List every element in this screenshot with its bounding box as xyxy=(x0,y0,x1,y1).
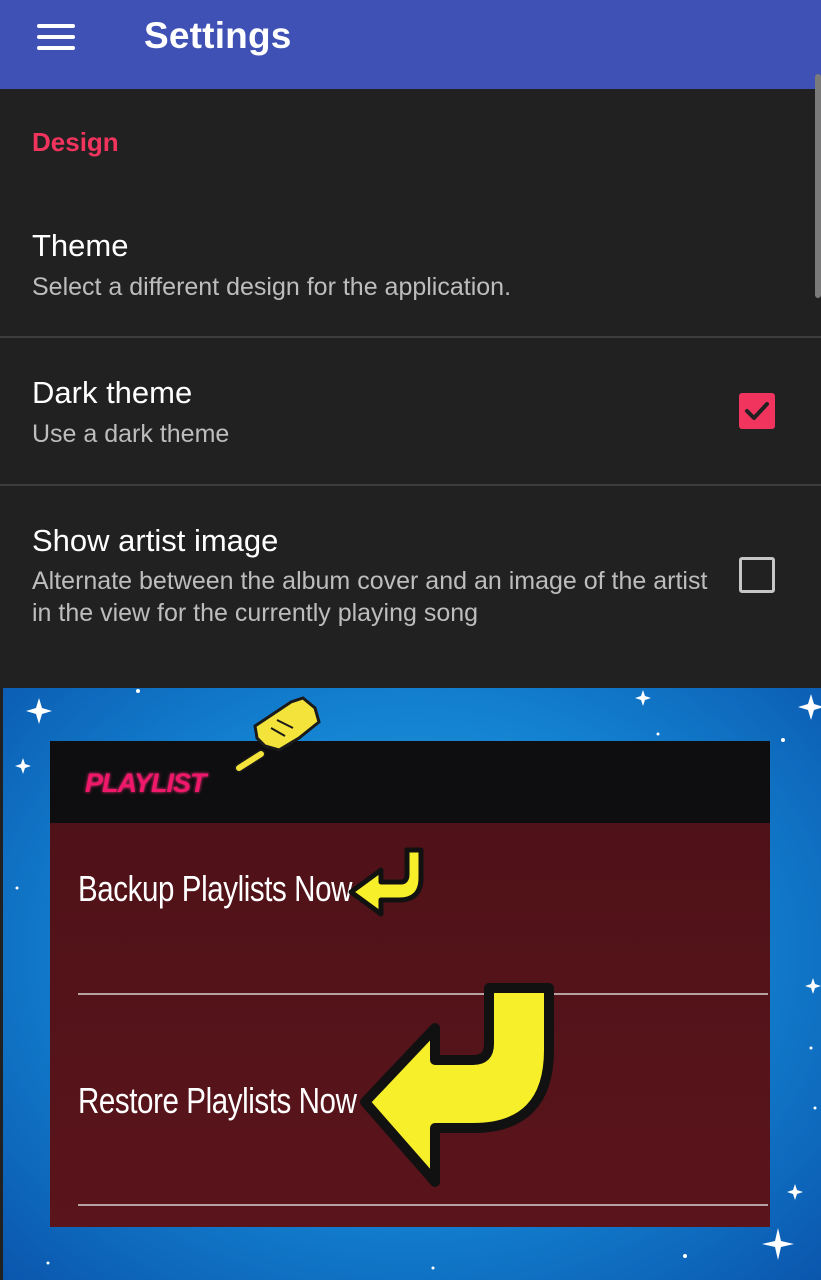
ad-playlist-label: PLAYLIST xyxy=(85,768,207,798)
preference-summary: Alternate between the album cover and an… xyxy=(32,567,708,627)
app-bar: Settings xyxy=(0,0,821,89)
preference-title: Theme xyxy=(32,228,129,263)
hamburger-menu-icon[interactable] xyxy=(26,14,86,60)
ad-backup-label: Backup Playlists Now xyxy=(78,868,352,909)
preference-summary: Select a different design for the applic… xyxy=(32,273,512,301)
ad-divider xyxy=(78,993,768,995)
page-title: Settings xyxy=(144,15,292,56)
preference-show-artist-image[interactable]: Show artist image Alternate between the … xyxy=(0,486,821,686)
preference-dark-theme[interactable]: Dark theme Use a dark theme xyxy=(0,338,821,484)
show-artist-image-checkbox[interactable] xyxy=(739,557,775,593)
ad-restore-label: Restore Playlists Now xyxy=(78,1080,357,1121)
section-header-design: Design xyxy=(32,127,119,157)
preference-title: Dark theme xyxy=(32,375,193,410)
preference-theme[interactable]: Theme Select a different design for the … xyxy=(0,200,821,337)
settings-screen: Settings Design Theme Select a different… xyxy=(0,0,821,1280)
preference-title: Show artist image xyxy=(32,523,279,558)
checkmark-icon xyxy=(745,402,769,420)
preference-summary: Use a dark theme xyxy=(32,420,230,448)
ad-divider xyxy=(78,1204,768,1206)
dark-theme-checkbox[interactable] xyxy=(739,393,775,429)
ad-banner[interactable]: PLAYLIST Backup Playlists Now Restore Pl… xyxy=(3,688,821,1280)
